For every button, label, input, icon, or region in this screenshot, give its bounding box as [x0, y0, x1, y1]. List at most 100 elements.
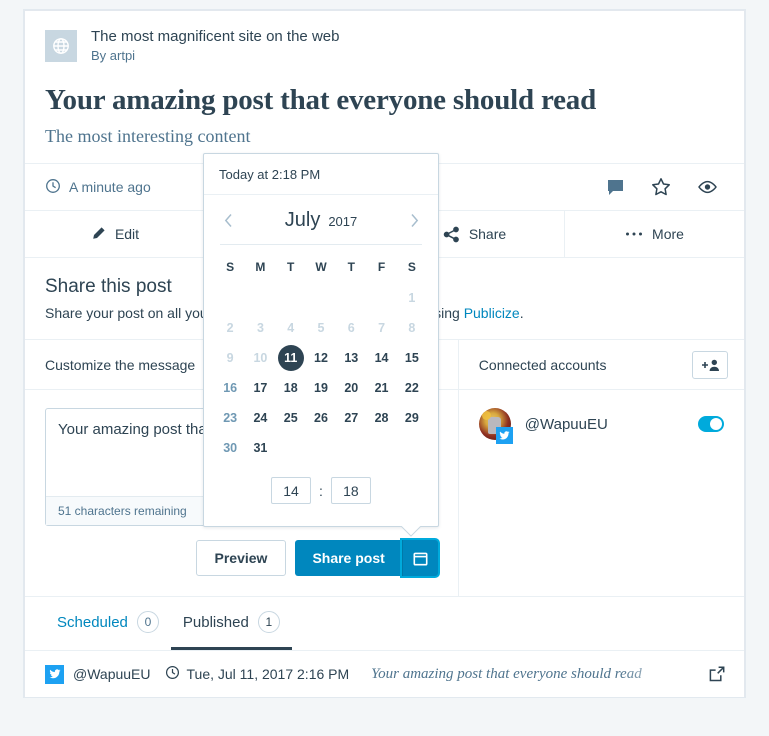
calendar-day-18[interactable]: 18	[278, 375, 304, 401]
share-post-button[interactable]: Share post	[295, 540, 402, 577]
calendar-dow-6: S	[407, 260, 416, 274]
calendar-day-20[interactable]: 20	[338, 375, 364, 401]
calendar-day-14[interactable]: 14	[369, 345, 395, 371]
avatar	[478, 408, 513, 445]
calendar-popup-pointer	[399, 526, 421, 537]
page-title: Your amazing post that everyone should r…	[45, 84, 597, 116]
calendar-day-1[interactable]: 1	[399, 285, 425, 311]
post-meta-icons	[606, 177, 724, 198]
share-post-split-button: Share post	[295, 540, 438, 577]
comment-icon[interactable]	[606, 178, 625, 197]
calendar-day-31[interactable]: 31	[247, 435, 273, 461]
account-enable-toggle[interactable]	[698, 416, 724, 433]
calendar-icon	[412, 550, 429, 567]
calendar-dow-3: W	[315, 260, 327, 274]
post-time-label: A minute ago	[69, 179, 151, 196]
calendar-day-9[interactable]: 9	[217, 345, 243, 371]
calendar-dow-0: S	[226, 260, 235, 274]
external-link-icon[interactable]	[708, 665, 726, 683]
tab-published-label: Published	[182, 613, 249, 631]
twitter-icon	[495, 427, 513, 445]
calendar-dow-1: M	[255, 260, 266, 274]
calendar-popup: Today at 2:18 PM July 2017 SMTWTFS123456…	[203, 153, 439, 527]
calendar-day-23[interactable]: 23	[217, 405, 243, 431]
chevron-left-icon[interactable]	[218, 210, 238, 232]
calendar-day-13[interactable]: 13	[338, 345, 364, 371]
connected-accounts-column: Connected accounts @WapuuEU	[457, 340, 744, 597]
calendar-day-21[interactable]: 21	[369, 375, 395, 401]
connected-accounts-list: @WapuuEU	[459, 390, 744, 590]
calendar-day-12[interactable]: 12	[308, 345, 334, 371]
calendar-nav: July 2017	[204, 195, 438, 232]
calendar-day-30[interactable]: 30	[217, 435, 243, 461]
calendar-day-17[interactable]: 17	[247, 375, 273, 401]
clock-icon	[165, 665, 180, 683]
calendar-dow-5: F	[377, 260, 386, 274]
edit-button-label: Edit	[114, 226, 140, 243]
scheduled-message: Your amazing post that everyone should r…	[371, 665, 642, 682]
calendar-month: July	[284, 209, 321, 231]
calendar-day-empty	[369, 285, 395, 311]
calendar-day-15[interactable]: 15	[399, 345, 425, 371]
table-row: @WapuuEU Tue, Jul 11, 2017 2:16 PM Your …	[25, 650, 744, 697]
calendar-day-empty	[399, 435, 425, 461]
calendar-day-11[interactable]: 11	[277, 345, 304, 371]
site-meta: The most magnificent site on the web By …	[91, 28, 339, 64]
calendar-day-16[interactable]: 16	[217, 375, 243, 401]
time-separator: :	[319, 482, 323, 499]
globe-icon	[45, 30, 77, 62]
calendar-grid: S M T W T F S 1 2 3 4 5 6 7 8 9 10 11 12 13 14 15 16 17 18 19 20 21…	[204, 245, 438, 461]
calendar-day-19[interactable]: 19	[308, 375, 334, 401]
calendar-day-empty	[308, 285, 334, 311]
calendar-day-25[interactable]: 25	[278, 405, 304, 431]
calendar-day-8[interactable]: 8	[399, 315, 425, 341]
pencil-icon	[90, 226, 106, 242]
calendar-day-10[interactable]: 10	[247, 345, 273, 371]
minute-input[interactable]	[330, 477, 371, 504]
calendar-day-empty	[278, 435, 304, 461]
preview-button[interactable]: Preview	[195, 540, 287, 577]
calendar-day-26[interactable]: 26	[308, 405, 334, 431]
publicize-link[interactable]: Publicize	[464, 305, 520, 321]
more-button-label: More	[652, 226, 684, 243]
calendar-day-3[interactable]: 3	[247, 315, 273, 341]
tab-scheduled-count: 0	[136, 611, 159, 634]
account-handle: @WapuuEU	[524, 415, 608, 433]
calendar-day-empty	[217, 285, 243, 311]
star-icon[interactable]	[651, 177, 671, 197]
calendar-day-6[interactable]: 6	[338, 315, 364, 341]
add-user-icon	[699, 358, 721, 372]
twitter-icon	[45, 664, 64, 684]
schedule-tabs: Scheduled 0 Published 1	[25, 596, 744, 651]
scheduled-datetime-label: Tue, Jul 11, 2017 2:16 PM	[186, 666, 350, 683]
calendar-dow-4: T	[347, 260, 355, 274]
connected-accounts-header: Connected accounts	[458, 340, 744, 391]
calendar-day-27[interactable]: 27	[338, 405, 364, 431]
calendar-time-row: :	[204, 461, 438, 526]
tab-scheduled[interactable]: Scheduled 0	[45, 597, 171, 650]
share-icon	[443, 226, 460, 243]
calendar-year: 2017	[328, 214, 358, 229]
calendar-day-4[interactable]: 4	[278, 315, 304, 341]
calendar-day-24[interactable]: 24	[247, 405, 273, 431]
scheduled-datetime: Tue, Jul 11, 2017 2:16 PM	[165, 665, 350, 683]
calendar-day-22[interactable]: 22	[399, 375, 425, 401]
share-button-row: Preview Share post	[25, 536, 458, 596]
edit-button[interactable]: Edit	[25, 211, 205, 258]
add-account-button[interactable]	[692, 350, 728, 379]
calendar-toggle-button[interactable]	[401, 540, 438, 577]
calendar-day-28[interactable]: 28	[369, 405, 395, 431]
calendar-day-2[interactable]: 2	[217, 315, 243, 341]
scheduled-handle: @WapuuEU	[73, 666, 151, 683]
chevron-right-icon[interactable]	[404, 210, 424, 232]
calendar-day-7[interactable]: 7	[369, 315, 395, 341]
clock-icon	[45, 178, 61, 197]
site-title: The most magnificent site on the web	[91, 28, 340, 45]
tab-published[interactable]: Published 1	[170, 597, 292, 651]
calendar-day-29[interactable]: 29	[399, 405, 425, 431]
calendar-day-empty	[338, 285, 364, 311]
more-button[interactable]: More	[565, 211, 744, 258]
eye-icon[interactable]	[697, 177, 718, 198]
calendar-day-5[interactable]: 5	[308, 315, 334, 341]
hour-input[interactable]	[271, 477, 312, 504]
